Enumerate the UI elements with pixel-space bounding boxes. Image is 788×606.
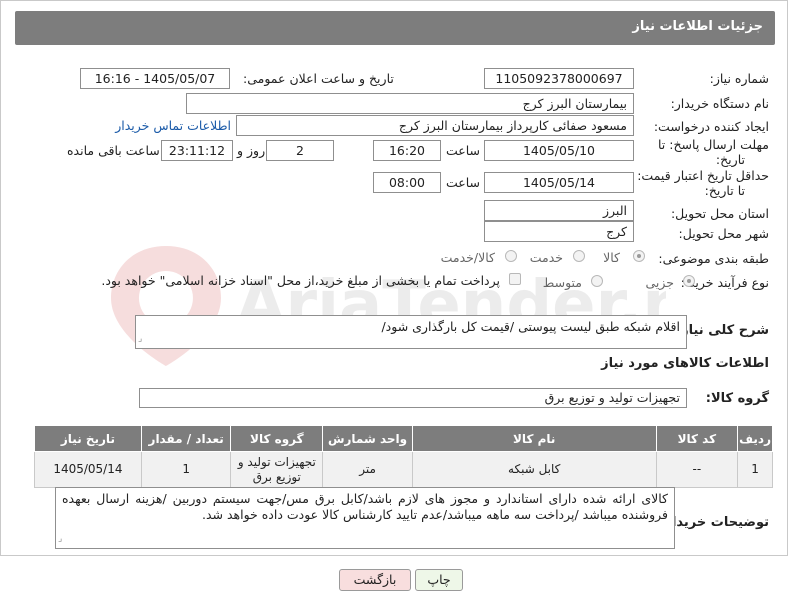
- goods-info-title: اطلاعات کالاهای مورد نیاز: [601, 356, 769, 371]
- goods-group-field: تجهیزات تولید و توزیع برق: [139, 388, 687, 408]
- purchase-option-medium: متوسط: [542, 275, 582, 290]
- category-radio-goods[interactable]: [633, 250, 645, 262]
- validity-time-label: ساعت: [446, 175, 481, 190]
- category-option-goods-service: کالا/خدمت: [440, 250, 495, 265]
- category-option-goods: کالا: [603, 250, 620, 265]
- requester-field: مسعود صفائی کارپرداز بیمارستان البرز کرج: [236, 115, 634, 136]
- description-text: اقلام شبکه طبق لیست پیوستی /قیمت کل بارگ…: [381, 319, 680, 334]
- category-radio-goods-service[interactable]: [505, 250, 517, 262]
- price-validity-label-2: تا تاریخ:: [704, 183, 745, 198]
- category-option-service: خدمت: [529, 250, 563, 265]
- remaining-label: ساعت باقی مانده: [67, 143, 160, 158]
- category-label: طبقه بندی موضوعی:: [658, 251, 769, 266]
- description-field: اقلام شبکه طبق لیست پیوستی /قیمت کل بارگ…: [135, 315, 687, 349]
- price-validity-label: حداقل تاریخ اعتبار قیمت:: [637, 168, 769, 183]
- reply-days-field: 2: [266, 140, 334, 161]
- resize-handle-icon[interactable]: ⌟: [138, 331, 142, 347]
- reply-deadline-time: 16:20: [373, 140, 441, 161]
- col-goods-group: گروه کالا: [230, 425, 324, 452]
- col-goods-name: نام کالا: [411, 425, 657, 452]
- province-field: البرز: [484, 200, 634, 221]
- buyer-notes-text: کالای ارائه شده دارای استاندارد و مجوز ه…: [62, 491, 668, 522]
- need-number-label: شماره نیاز:: [709, 71, 769, 86]
- buyer-notes-label: توضیحات خریدار:: [659, 515, 769, 530]
- description-label: شرح کلی نیاز:: [675, 323, 769, 338]
- city-label: شهر محل تحویل:: [678, 226, 769, 241]
- col-unit: واحد شمارش: [322, 425, 413, 452]
- buyer-contact-link[interactable]: اطلاعات تماس خریدار: [115, 118, 231, 133]
- cell-unit: متر: [322, 451, 413, 488]
- purchase-radio-partial[interactable]: [683, 275, 695, 287]
- col-need-date: تاریخ نیاز: [34, 425, 142, 452]
- cell-row-no: 1: [737, 451, 773, 488]
- col-row-no: ردیف: [737, 425, 773, 452]
- col-quantity: تعداد / مقدار: [140, 425, 232, 452]
- table-row: 1 -- کابل شبکه متر تجهیزات تولید و توزیع…: [34, 451, 773, 488]
- province-label: استان محل تحویل:: [670, 206, 769, 221]
- col-goods-code: کد کالا: [655, 425, 739, 452]
- cell-goods-group: تجهیزات تولید و توزیع برق: [230, 451, 324, 488]
- treasury-payment-checkbox[interactable]: [509, 273, 521, 285]
- back-button[interactable]: بازگشت: [339, 569, 411, 591]
- need-details-panel: جزئیات اطلاعات نیاز AriaTender.neT شماره…: [0, 0, 788, 556]
- reply-deadline-label-2: تاریخ:: [715, 152, 745, 167]
- cell-need-date: 1405/05/14: [34, 451, 142, 488]
- cell-quantity: 1: [140, 451, 232, 488]
- watermark-logo: AriaTender.neT: [111, 246, 666, 366]
- goods-table-header: ردیف کد کالا نام کالا واحد شمارش گروه کا…: [34, 425, 773, 452]
- cell-goods-name: کابل شبکه: [411, 451, 657, 488]
- reply-deadline-label: مهلت ارسال پاسخ: تا: [658, 137, 769, 152]
- cell-goods-code: --: [655, 451, 739, 488]
- price-validity-date: 1405/05/14: [484, 172, 634, 193]
- announce-datetime-field: 1405/05/07 - 16:16: [80, 68, 230, 89]
- buyer-org-field: بیمارستان البرز کرج: [186, 93, 634, 114]
- resize-handle-icon[interactable]: ⌟: [58, 531, 62, 547]
- goods-table: ردیف کد کالا نام کالا واحد شمارش گروه کا…: [34, 425, 773, 488]
- treasury-payment-note: پرداخت تمام یا بخشی از مبلغ خرید،از محل …: [101, 273, 500, 288]
- purchase-radio-medium[interactable]: [591, 275, 603, 287]
- requester-label: ایجاد کننده درخواست:: [653, 119, 769, 134]
- price-validity-time: 08:00: [373, 172, 441, 193]
- reply-deadline-date: 1405/05/10: [484, 140, 634, 161]
- announce-datetime-label: تاریخ و ساعت اعلان عمومی:: [243, 71, 394, 86]
- purchase-option-partial: جزیی: [645, 275, 674, 290]
- goods-group-label: گروه کالا:: [705, 391, 769, 406]
- buyer-org-label: نام دستگاه خریدار:: [670, 96, 769, 111]
- city-field: کرج: [484, 221, 634, 242]
- buyer-notes-field: کالای ارائه شده دارای استاندارد و مجوز ه…: [55, 487, 675, 549]
- days-label: روز و: [237, 143, 266, 158]
- print-button[interactable]: چاپ: [415, 569, 463, 591]
- panel-title: جزئیات اطلاعات نیاز: [632, 19, 763, 34]
- panel-header: جزئیات اطلاعات نیاز: [15, 11, 775, 45]
- reply-time-label: ساعت: [446, 143, 481, 158]
- need-number-field: 1105092378000697: [484, 68, 634, 89]
- remaining-time-field: 23:11:12: [161, 140, 233, 161]
- category-radio-service[interactable]: [573, 250, 585, 262]
